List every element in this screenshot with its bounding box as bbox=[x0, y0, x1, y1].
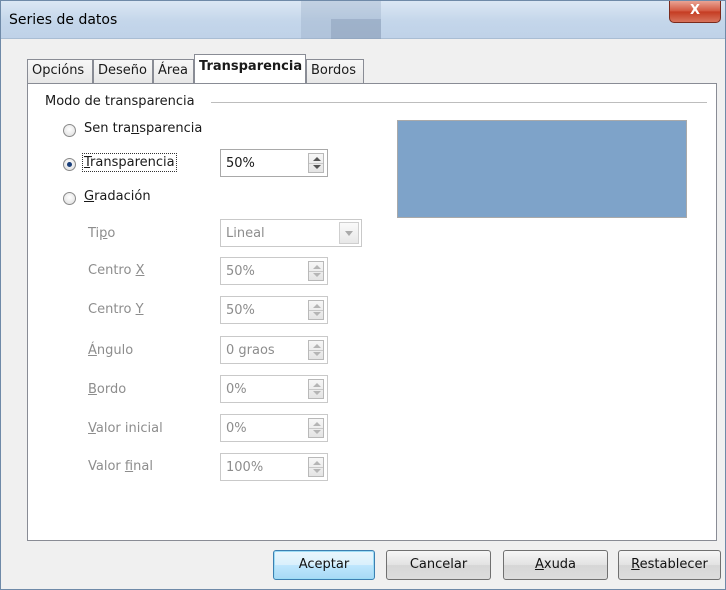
title-bar-background-shadow bbox=[331, 19, 381, 39]
tab-opcions[interactable]: Opcións bbox=[27, 59, 93, 83]
title-bar[interactable]: Series de datos X bbox=[1, 1, 725, 39]
tab-deseno[interactable]: Deseño bbox=[93, 59, 153, 83]
spin-up-icon[interactable] bbox=[313, 157, 321, 161]
radio-transparency-label[interactable]: Transparencia bbox=[82, 153, 177, 172]
spin-down-icon[interactable] bbox=[313, 273, 321, 277]
spin-up-icon[interactable] bbox=[313, 461, 321, 465]
end-value-spin-arrows[interactable] bbox=[308, 457, 324, 477]
spin-divider bbox=[309, 310, 323, 311]
radio-gradient[interactable] bbox=[63, 192, 76, 205]
radio-no-transparency-label[interactable]: Sen transparencia bbox=[84, 121, 202, 136]
radio-gradient-label[interactable]: Gradación bbox=[84, 189, 151, 204]
spin-down-icon[interactable] bbox=[313, 165, 321, 169]
transparency-value[interactable]: 50% bbox=[226, 156, 255, 171]
spin-divider bbox=[309, 467, 323, 468]
angle-value[interactable]: 0 graos bbox=[226, 343, 275, 358]
spin-divider bbox=[309, 389, 323, 390]
spin-divider bbox=[309, 271, 323, 272]
start-value-spin-arrows[interactable] bbox=[308, 418, 324, 438]
end-value-label: Valor final bbox=[88, 459, 153, 474]
center-x-label: Centro X bbox=[88, 263, 145, 278]
spin-down-icon[interactable] bbox=[313, 430, 321, 434]
angle-label: Ángulo bbox=[88, 343, 134, 358]
tab-area[interactable]: Área bbox=[153, 59, 194, 83]
center-y-spin-arrows[interactable] bbox=[308, 300, 324, 320]
end-value-value[interactable]: 100% bbox=[226, 460, 263, 475]
transparency-spinbox[interactable]: 50% bbox=[220, 149, 328, 177]
angle-spinbox[interactable]: 0 graos bbox=[220, 336, 328, 364]
group-separator bbox=[211, 102, 707, 103]
spin-up-icon[interactable] bbox=[313, 383, 321, 387]
spin-down-icon[interactable] bbox=[313, 312, 321, 316]
group-title: Modo de transparencia bbox=[45, 94, 195, 109]
spin-up-icon[interactable] bbox=[313, 344, 321, 348]
radio-transparency[interactable] bbox=[63, 158, 76, 171]
start-value-spinbox[interactable]: 0% bbox=[220, 414, 328, 442]
close-button[interactable]: X bbox=[669, 1, 721, 23]
angle-spin-arrows[interactable] bbox=[308, 340, 324, 360]
tab-transparencia[interactable]: Transparencia bbox=[194, 54, 306, 83]
center-x-spin-arrows[interactable] bbox=[308, 261, 324, 281]
spin-divider bbox=[309, 428, 323, 429]
start-value-value[interactable]: 0% bbox=[226, 421, 247, 436]
spin-down-icon[interactable] bbox=[313, 469, 321, 473]
chevron-down-icon[interactable] bbox=[339, 222, 359, 244]
reset-button[interactable]: Restablecer bbox=[618, 550, 721, 580]
center-x-spinbox[interactable]: 50% bbox=[220, 257, 328, 285]
type-dropdown-value: Lineal bbox=[226, 226, 265, 241]
border-value[interactable]: 0% bbox=[226, 382, 247, 397]
center-x-value[interactable]: 50% bbox=[226, 264, 255, 279]
type-label: Tipo bbox=[88, 226, 116, 241]
spin-up-icon[interactable] bbox=[313, 304, 321, 308]
center-y-value[interactable]: 50% bbox=[226, 303, 255, 318]
dialog-window: Series de datos X Opcións Deseño Área Tr… bbox=[0, 0, 726, 590]
border-spinbox[interactable]: 0% bbox=[220, 375, 328, 403]
center-y-spinbox[interactable]: 50% bbox=[220, 296, 328, 324]
spin-divider bbox=[309, 163, 323, 164]
radio-no-transparency[interactable] bbox=[63, 124, 76, 137]
transparency-spin-arrows[interactable] bbox=[308, 153, 324, 173]
border-spin-arrows[interactable] bbox=[308, 379, 324, 399]
spin-divider bbox=[309, 350, 323, 351]
spin-down-icon[interactable] bbox=[313, 391, 321, 395]
border-label: Bordo bbox=[88, 382, 127, 397]
cancel-button[interactable]: Cancelar bbox=[386, 550, 491, 580]
help-button[interactable]: Axuda bbox=[503, 550, 608, 580]
end-value-spinbox[interactable]: 100% bbox=[220, 453, 328, 481]
spin-up-icon[interactable] bbox=[313, 265, 321, 269]
ok-button[interactable]: Aceptar bbox=[273, 550, 375, 580]
transparency-preview bbox=[397, 120, 687, 218]
spin-down-icon[interactable] bbox=[313, 352, 321, 356]
tab-bordos[interactable]: Bordos bbox=[306, 59, 364, 83]
start-value-label: Valor inicial bbox=[88, 421, 163, 436]
spin-up-icon[interactable] bbox=[313, 422, 321, 426]
window-title: Series de datos bbox=[9, 12, 118, 28]
type-dropdown[interactable]: Lineal bbox=[220, 219, 362, 247]
center-y-label: Centro Y bbox=[88, 302, 144, 317]
